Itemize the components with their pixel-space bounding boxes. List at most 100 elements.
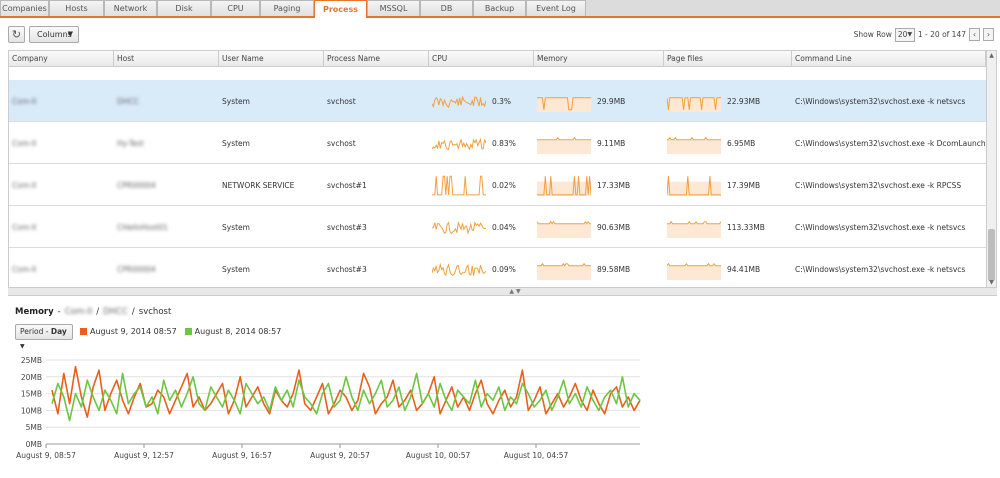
command-line-value-cell: C:\Windows\system32\svchost.exe -k netsv… <box>792 206 986 248</box>
table-row[interactable]: Com-II DHCC System svchost 0.3% 29.9MB 22.93MB… <box>9 80 986 122</box>
legend-item[interactable]: August 9, 2014 08:57 <box>80 327 177 336</box>
tab-cpu[interactable]: CPU <box>211 0 260 16</box>
host-value: CHelloHost01 <box>117 222 168 232</box>
cpu-value: 0.3% <box>492 96 512 106</box>
tab-hosts[interactable]: Hosts <box>49 0 104 16</box>
company-value-cell: Com-II <box>9 248 114 287</box>
period-label: Period - <box>20 327 51 336</box>
rows-per-page-select[interactable]: 20 ▼ <box>894 27 915 42</box>
cpu-value: 0.83% <box>492 138 516 148</box>
cpu-cell: 0.04% <box>429 206 534 248</box>
memory-value: 89.58MB <box>597 264 631 274</box>
table-row[interactable]: Com-II CHelloHost01 System svchost#3 0.04% 90… <box>9 206 986 248</box>
splitter-grip-icon[interactable]: ▲ ▼ <box>503 289 527 295</box>
scroll-thumb[interactable] <box>988 229 995 281</box>
company-value: Com-II <box>12 222 37 232</box>
y-tick-label: 25MB <box>21 356 42 365</box>
column-header-user-name[interactable]: User Name <box>219 51 324 67</box>
x-tick-label: August 9, 20:57 <box>310 451 370 460</box>
panel-splitter[interactable]: ▲ ▼ <box>8 288 997 296</box>
table-row[interactable]: Com-II Hy-Test System svchost 0.83% 9.11MB 6.9… <box>9 122 986 164</box>
tab-event-log[interactable]: Event Log <box>526 0 586 16</box>
cpu-cell: 0.83% <box>429 122 534 164</box>
tab-companies[interactable]: Companies <box>0 0 49 16</box>
column-header-cpu[interactable]: CPU <box>429 51 534 67</box>
memory-sparkline <box>537 262 591 280</box>
columns-button[interactable]: Columns ▼ <box>29 26 79 43</box>
x-tick-label: August 9, 08:57 <box>16 451 76 460</box>
process-grid: Company Host User Name Process Name CPU Memor… <box>8 50 997 288</box>
company-value: Com-II <box>12 264 37 274</box>
legend-label: August 8, 2014 08:57 <box>194 327 282 336</box>
column-header-host[interactable]: Host <box>114 51 219 67</box>
process-value-cell: svchost#3 <box>324 206 429 248</box>
toolbar: ↻ Columns ▼ Show Row 20 ▼ 1 - 20 of 147 … <box>0 20 1000 48</box>
tab-network[interactable]: Network <box>104 0 157 16</box>
period-value: Day <box>50 327 67 336</box>
tab-mssql[interactable]: MSSQL <box>367 0 420 16</box>
user-value-cell: System <box>219 206 324 248</box>
command-line-value: C:\Windows\system32\svchost.exe -k DcomL… <box>795 138 986 148</box>
refresh-button[interactable]: ↻ <box>8 26 25 43</box>
command-line-value: C:\Windows\system32\svchost.exe -k netsv… <box>795 222 966 232</box>
tab-bar: Companies Hosts Network Disk CPU Paging Proces… <box>0 0 1000 18</box>
cpu-sparkline <box>432 137 486 151</box>
pagefiles-sparkline <box>667 262 721 280</box>
host-value: Hy-Test <box>117 138 144 148</box>
refresh-icon: ↻ <box>11 28 22 41</box>
tab-paging[interactable]: Paging <box>260 0 314 16</box>
memory-sparkline <box>537 176 591 196</box>
period-select[interactable]: Period - Day ▼ <box>15 324 73 350</box>
x-tick-label: August 9, 12:57 <box>114 451 174 460</box>
cpu-sparkline <box>432 95 486 109</box>
host-value-cell: CHelloHost01 <box>114 206 219 248</box>
scroll-down-icon[interactable]: ▼ <box>987 279 996 287</box>
process-value-cell: svchost <box>324 122 429 164</box>
column-header-page-files[interactable]: Page files <box>664 51 792 67</box>
pagefiles-value: 94.41MB <box>727 264 761 274</box>
x-tick-label: August 10, 00:57 <box>406 451 471 460</box>
tab-backup[interactable]: Backup <box>473 0 526 16</box>
user-value: System <box>222 264 250 274</box>
rows-per-page-value: 20 <box>897 30 908 39</box>
show-row-label: Show Row <box>853 30 892 39</box>
cpu-cell: 0.02% <box>429 164 534 206</box>
column-header-process-name[interactable]: Process Name <box>324 51 429 67</box>
legend-swatch <box>184 328 192 335</box>
next-page-button[interactable]: › <box>983 28 994 41</box>
detail-panel: Memory - Com-II / DHCC / svchost Period … <box>0 298 1000 478</box>
title-dash: - <box>57 307 61 317</box>
x-tick-label: August 9, 16:57 <box>212 451 272 460</box>
detail-title: Memory - Com-II / DHCC / svchost <box>15 307 171 317</box>
column-header-command-line[interactable]: Command Line <box>792 51 986 67</box>
cpu-cell: 0.3% <box>429 80 534 122</box>
tab-process[interactable]: Process <box>314 0 367 18</box>
memory-cell: 17.33MB <box>534 164 664 206</box>
y-tick-label: 15MB <box>21 390 42 399</box>
detail-company: Com-II <box>64 307 93 317</box>
column-header-memory[interactable]: Memory <box>534 51 664 67</box>
table-row[interactable]: Com-II CPR00004 System svchost#3 0.09% 89.58M… <box>9 248 986 287</box>
user-value: System <box>222 96 250 106</box>
legend-label: August 9, 2014 08:57 <box>90 327 177 336</box>
company-value-cell: Com-II <box>9 206 114 248</box>
process-value-cell: svchost#3 <box>324 248 429 287</box>
prev-page-button[interactable]: ‹ <box>969 28 980 41</box>
cpu-value: 0.04% <box>492 222 516 232</box>
command-line-value: C:\Windows\system32\svchost.exe -k netsv… <box>795 96 966 106</box>
command-line-value-cell: C:\Windows\system32\svchost.exe -k DcomL… <box>792 122 986 164</box>
pagefiles-sparkline <box>667 136 721 154</box>
memory-sparkline <box>537 97 591 112</box>
tab-db[interactable]: DB <box>420 0 473 16</box>
table-row[interactable]: Com-II CPR00004 NETWORK SERVICE svchost#1 0.… <box>9 164 986 206</box>
grid-scrollbar[interactable]: ▲ ▼ <box>986 51 996 287</box>
tab-disk[interactable]: Disk <box>157 0 211 16</box>
scroll-up-icon[interactable]: ▲ <box>987 52 996 61</box>
host-value-cell: DHCC <box>114 80 219 122</box>
host-value-cell: CPR00004 <box>114 248 219 287</box>
column-header-company[interactable]: Company <box>9 51 114 67</box>
columns-label: Columns <box>37 30 72 39</box>
legend-item[interactable]: August 8, 2014 08:57 <box>184 327 282 336</box>
cpu-sparkline <box>432 262 486 277</box>
pagefiles-value: 113.33MB <box>727 222 765 232</box>
